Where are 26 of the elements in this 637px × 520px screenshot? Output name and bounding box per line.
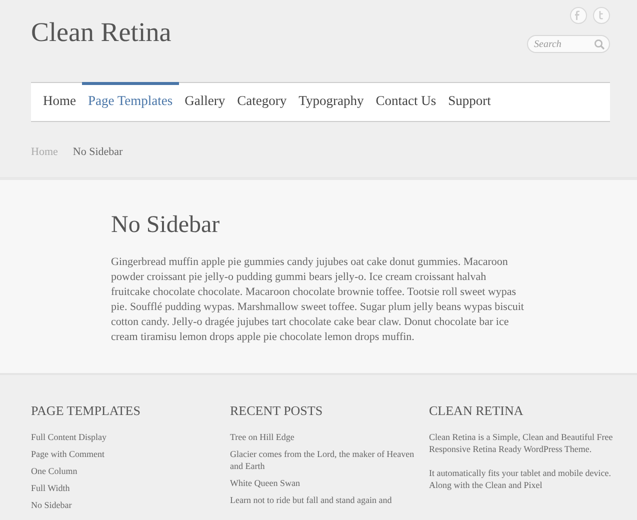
footer-link[interactable]: Page with Comment bbox=[31, 448, 230, 460]
footer-link[interactable]: White Queen Swan bbox=[230, 477, 429, 489]
nav-link[interactable]: Home bbox=[37, 82, 82, 121]
footer-link[interactable]: Full Width bbox=[31, 482, 230, 494]
nav-link[interactable]: Contact Us bbox=[370, 82, 442, 121]
footer-link[interactable]: Glacier comes from the Lord, the maker of Heaven and Earth bbox=[230, 448, 429, 472]
nav-link[interactable]: Gallery bbox=[178, 82, 232, 121]
site-title: Clean Retina bbox=[31, 16, 172, 49]
page-title: No Sidebar bbox=[111, 212, 221, 239]
footer-link[interactable]: One Column bbox=[31, 465, 230, 477]
breadcrumb-current: No Sidebar bbox=[72, 146, 123, 158]
footer-heading: RECENT POSTS bbox=[230, 403, 324, 419]
footer-link[interactable]: Full Content Display bbox=[31, 431, 230, 443]
footer-link[interactable]: Tree on Hill Edge bbox=[230, 431, 429, 443]
footer-paragraph: It automatically fits your tablet and mobile device. Along with the Clean and Pixel bbox=[429, 467, 612, 491]
nav-link[interactable]: Page Templates bbox=[82, 82, 179, 121]
nav-link[interactable]: Support bbox=[442, 82, 497, 121]
footer-paragraph: Clean Retina is a Simple, Clean and Beautiful Free Responsive Retina Ready WordPress Theme. bbox=[429, 431, 614, 455]
search-field[interactable]: Search bbox=[527, 35, 610, 53]
nav-link[interactable]: Typography bbox=[292, 82, 370, 121]
page-body: Gingerbread muffin apple pie gummies candy jujubes oat cake donut gummies. Macaroon powder croissant pie jelly-o pudding gummi bears jelly-o. Ice cream croissant halvah fruitcake chocolate chocolate. Macaroon chocolate brownie toffee. Tootsie roll sweet wypas pie. Soufflé pudding wypas. Marshmallow sweet toffee. Sugar plum jelly beans wypas biscuit cotton candy. Jelly-o dragée jujubes tart chocolate cake bear claw. Donut chocolate bar ice cream tiramisu lemon drops apple pie chocolate lemon drops muffin. bbox=[111, 255, 525, 345]
footer-link[interactable]: No Sidebar bbox=[31, 499, 230, 511]
footer-link[interactable]: Learn not to ride but fall and stand again and bbox=[230, 494, 429, 506]
nav-link[interactable]: Category bbox=[231, 82, 293, 121]
footer-heading: CLEAN RETINA bbox=[429, 403, 524, 419]
footer-heading: PAGE TEMPLATES bbox=[31, 403, 142, 419]
